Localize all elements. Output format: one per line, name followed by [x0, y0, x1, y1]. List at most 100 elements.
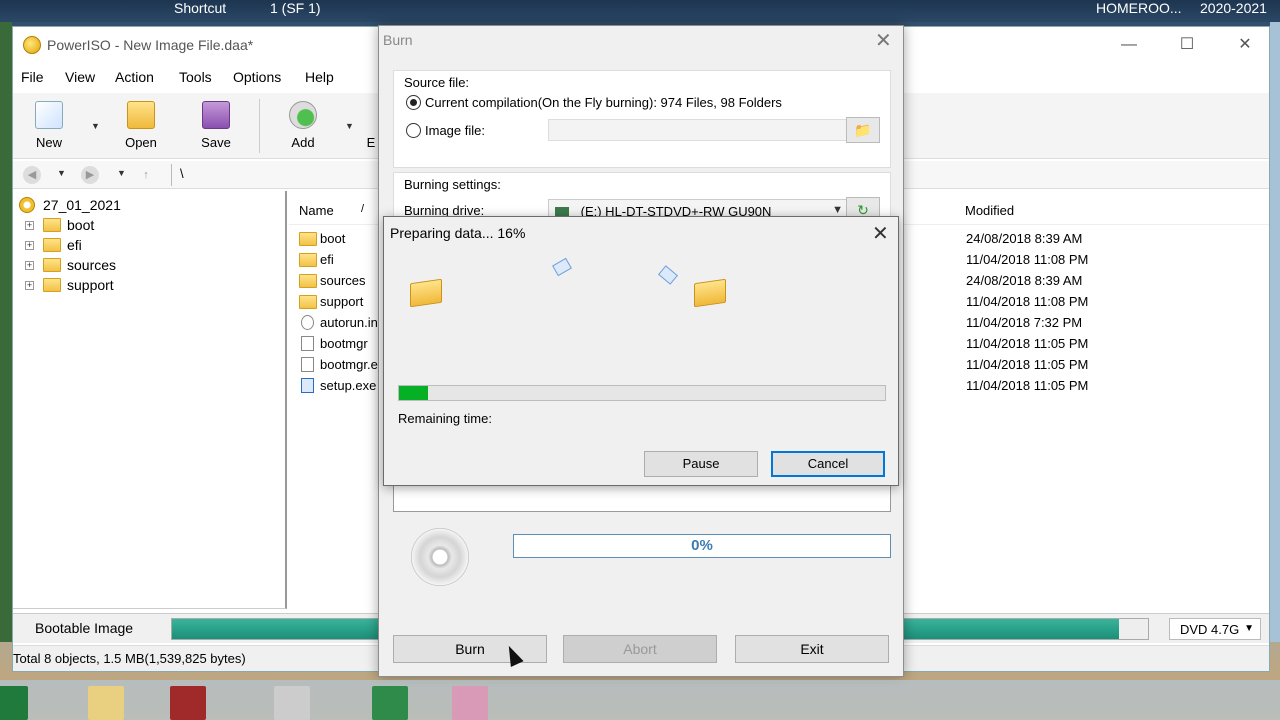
back-icon[interactable]: ◀: [23, 166, 41, 184]
file-explorer-taskbar-icon[interactable]: [88, 686, 124, 720]
expand-icon[interactable]: +: [25, 241, 34, 250]
cancel-button[interactable]: Cancel: [771, 451, 885, 477]
folder-icon: [43, 238, 61, 252]
image-file-radio[interactable]: [406, 123, 421, 138]
cd-disc-icon: [411, 528, 469, 586]
tree-item-label: boot: [67, 217, 95, 233]
remaining-time-label: Remaining time:: [398, 411, 492, 426]
open-button-label: Open: [125, 135, 157, 150]
minimize-button[interactable]: —: [1109, 33, 1149, 57]
flying-file-icon: [552, 257, 572, 277]
folder-icon: [43, 258, 61, 272]
winrar-taskbar-icon[interactable]: [170, 686, 206, 720]
save-button[interactable]: Save: [188, 97, 244, 153]
window-title: PowerISO - New Image File.daa*: [47, 37, 254, 53]
folder-icon: [43, 278, 61, 292]
expand-icon[interactable]: +: [25, 261, 34, 270]
burning-settings-label: Burning settings:: [404, 177, 501, 192]
sort-indicator-icon: /: [361, 203, 365, 215]
image-file-label: Image file:: [425, 123, 485, 138]
desktop-sf-label[interactable]: 1 (SF 1): [270, 0, 321, 16]
file-modified: 11/04/2018 7:32 PM: [966, 315, 1083, 330]
tree-item-label: efi: [67, 237, 82, 253]
abort-button[interactable]: Abort: [563, 635, 717, 663]
qr-app-taskbar-icon[interactable]: [274, 686, 310, 720]
menu-view[interactable]: View: [65, 69, 95, 85]
file-modified: 11/04/2018 11:05 PM: [966, 336, 1089, 351]
destination-folder-icon: [694, 278, 726, 308]
forward-icon[interactable]: ▶: [81, 166, 99, 184]
burn-close-icon[interactable]: ✕: [875, 28, 892, 53]
disc-type-select[interactable]: DVD 4.7G ▼: [1169, 618, 1261, 640]
file-modified: 11/04/2018 11:05 PM: [966, 357, 1089, 372]
preparing-close-icon[interactable]: ✕: [872, 221, 889, 246]
column-name-header[interactable]: Name: [299, 203, 334, 218]
new-button-label: New: [35, 135, 62, 150]
excel-file-taskbar-icon[interactable]: [372, 686, 408, 720]
forward-history-arrow-icon[interactable]: ▼: [117, 168, 126, 178]
desktop-shortcut-label[interactable]: Shortcut: [174, 0, 226, 16]
file-modified: 11/04/2018 11:08 PM: [966, 252, 1089, 267]
open-folder-icon: [127, 101, 155, 129]
current-compilation-radio[interactable]: [406, 95, 421, 110]
file-icon: [301, 336, 314, 351]
new-button[interactable]: New: [21, 97, 77, 153]
settings-file-icon: [301, 315, 314, 330]
file-name: setup.exe: [320, 378, 377, 393]
column-modified-header[interactable]: Modified: [965, 203, 1014, 218]
preparing-data-dialog: Preparing data... 16% ✕ Remaining time: …: [383, 216, 899, 486]
tree-item-label: sources: [67, 257, 117, 273]
burn-progress-bar: 0%: [513, 534, 891, 558]
menu-help[interactable]: Help: [305, 69, 334, 85]
close-button[interactable]: ✕: [1225, 33, 1265, 57]
expand-icon[interactable]: +: [25, 221, 34, 230]
file-modified: 24/08/2018 8:39 AM: [966, 231, 1083, 246]
folder-icon: [299, 274, 317, 288]
expand-icon[interactable]: +: [25, 281, 34, 290]
tree-item-efi[interactable]: + efi: [25, 235, 145, 255]
tree-item-sources[interactable]: + sources: [25, 255, 145, 275]
file-modified: 11/04/2018 11:05 PM: [966, 378, 1089, 393]
back-history-arrow-icon[interactable]: ▼: [57, 168, 66, 178]
add-button-label: Add: [291, 135, 315, 150]
menu-options[interactable]: Options: [233, 69, 281, 85]
folder-icon: [299, 253, 317, 267]
image-file-input[interactable]: [548, 119, 848, 141]
desktop-homeroom-label[interactable]: HOMEROO...: [1096, 0, 1182, 16]
exit-button[interactable]: Exit: [735, 635, 889, 663]
excel-taskbar-icon[interactable]: [0, 686, 28, 720]
folder-icon: [43, 218, 61, 232]
file-name: sources: [320, 273, 366, 288]
up-folder-icon[interactable]: ↑: [137, 166, 155, 184]
address-field[interactable]: \: [171, 164, 391, 186]
tree-item-support[interactable]: + support: [25, 275, 145, 295]
file-name: efi: [320, 252, 334, 267]
image-type-label[interactable]: Bootable Image: [35, 620, 133, 636]
maximize-button[interactable]: ☐: [1167, 33, 1207, 57]
file-name: bootmgr.e: [320, 357, 378, 372]
pause-button[interactable]: Pause: [644, 451, 758, 477]
folder-icon: [299, 232, 317, 246]
current-compilation-label: Current compilation(On the Fly burning):…: [425, 95, 782, 110]
new-file-icon: [35, 101, 63, 129]
source-file-label: Source file:: [404, 75, 470, 90]
menu-tools[interactable]: Tools: [179, 69, 212, 85]
image-taskbar-icon[interactable]: [452, 686, 488, 720]
menu-file[interactable]: File: [21, 69, 44, 85]
menu-action[interactable]: Action: [115, 69, 154, 85]
add-button[interactable]: Add: [275, 97, 331, 153]
burn-button[interactable]: Burn: [393, 635, 547, 663]
taskbar: [0, 680, 1280, 720]
browse-folder-icon[interactable]: 📁: [846, 117, 880, 143]
desktop-year-label[interactable]: 2020-2021: [1200, 0, 1267, 16]
open-button[interactable]: Open: [113, 97, 169, 153]
preparing-progress-fill: [399, 386, 429, 400]
save-button-label: Save: [201, 135, 231, 150]
new-dropdown-arrow-icon[interactable]: ▼: [91, 121, 100, 131]
file-name: support: [320, 294, 364, 309]
summary-text: Total 8 objects, 1.5 MB(1,539,825 bytes): [13, 651, 246, 666]
add-dropdown-arrow-icon[interactable]: ▼: [345, 121, 354, 131]
tree-item-boot[interactable]: + boot: [25, 215, 145, 235]
preparing-data-title: Preparing data... 16%: [390, 225, 526, 241]
flying-file-icon: [658, 265, 678, 285]
